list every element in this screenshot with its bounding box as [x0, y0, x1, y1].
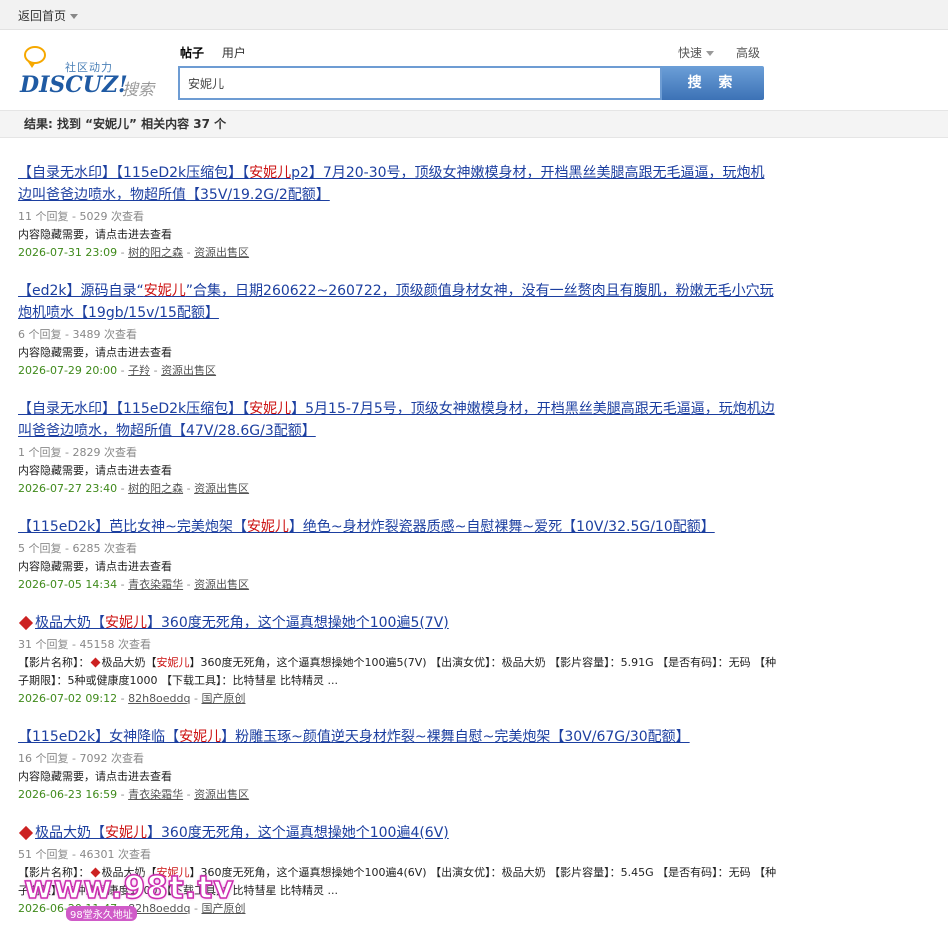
result-forum-link[interactable]: 资源出售区 — [194, 788, 249, 801]
snippet-text: 极品大奶【 — [101, 656, 157, 669]
result-date: 2026-07-27 23:40 — [18, 482, 118, 495]
result-title-link[interactable]: 【115eD2k】芭比女神~完美炮架【安妮儿】绝色~身材炸裂瓷器质感~自慰裸舞~… — [18, 516, 778, 538]
result-snippet: 【影片名称】： 极品大奶【安妮儿】360度无死角，这个逼真想操她个100遍5(7V… — [18, 654, 778, 690]
result-title-link[interactable]: 极品大奶【安妮儿】360度无死角，这个逼真想操她个100遍4(6V) — [18, 822, 778, 844]
result-date: 2026-06-23 16:59 — [18, 788, 118, 801]
result-snippet: 内容隐藏需要，请点击进去查看 — [18, 346, 172, 359]
result-summary: 结果: 找到 “安妮儿” 相关内容 37 个 — [0, 110, 948, 138]
result-forum-link[interactable]: 资源出售区 — [194, 578, 249, 591]
result-title-highlight: 安妮儿 — [105, 825, 147, 841]
result-title-link[interactable]: 极品大奶【安妮儿】360度无死角，这个逼真想操她个100遍5(7V) — [18, 612, 778, 634]
result-author-link[interactable]: 青衣染霜华 — [128, 788, 183, 801]
result-date: 2026-07-29 20:00 — [18, 364, 118, 377]
speech-bubble-icon — [24, 46, 46, 68]
result-date: 2026-07-02 09:12 — [18, 692, 118, 705]
tab-posts[interactable]: 帖子 — [180, 44, 204, 61]
result-title-highlight: 安妮儿 — [249, 165, 292, 181]
list-item: 【115eD2k】女神降临【安妮儿】粉雕玉琢~颜值逆天身材炸裂~裸舞自慰~完美炮… — [18, 726, 778, 804]
result-stats: 16 个回复 - 7092 次查看 — [18, 752, 144, 765]
result-snippet: 内容隐藏需要，请点击进去查看 — [18, 228, 172, 241]
search-type-tabs: 帖子 用户 — [180, 44, 260, 61]
result-meta: 2026-07-31 23:09 - 树的阳之森 - 资源出售区 — [18, 246, 250, 259]
search-button[interactable]: 搜 索 — [662, 66, 764, 100]
quick-search-dropdown[interactable]: 快速 — [678, 44, 715, 61]
result-title-text: 【115eD2k】芭比女神~完美炮架【 — [18, 519, 247, 535]
chevron-down-icon[interactable] — [70, 14, 79, 19]
result-title-highlight: 安妮儿 — [105, 615, 147, 631]
result-date: 2026-07-05 14:34 — [18, 578, 118, 591]
result-forum-link[interactable]: 国产原创 — [201, 692, 245, 705]
logo-search-label: 搜索 — [122, 80, 155, 99]
result-meta: 2026-07-29 20:00 - 子羚 - 资源出售区 — [18, 364, 217, 377]
result-meta: 2026-07-27 23:40 - 树的阳之森 - 资源出售区 — [18, 482, 250, 495]
result-title-link[interactable]: 【115eD2k】女神降临【安妮儿】粉雕玉琢~颜值逆天身材炸裂~裸舞自慰~完美炮… — [18, 726, 778, 748]
watermark-text: www.98t.tv — [23, 869, 235, 907]
chevron-down-icon — [706, 51, 715, 56]
result-stats: 6 个回复 - 3489 次查看 — [18, 328, 137, 341]
list-item: 极品大奶【安妮儿】360度无死角，这个逼真想操她个100遍5(7V) 31 个回复… — [18, 612, 778, 708]
results-list: 【自录无水印】【115eD2k压缩包】【安妮儿p2】7月20-30号，顶级女神嫩… — [18, 162, 778, 936]
list-item: 【自录无水印】【115eD2k压缩包】【安妮儿p2】7月20-30号，顶级女神嫩… — [18, 162, 778, 262]
list-item: 【115eD2k】芭比女神~完美炮架【安妮儿】绝色~身材炸裂瓷器质感~自慰裸舞~… — [18, 516, 778, 594]
result-meta: 2026-06-23 16:59 - 青衣染霜华 - 资源出售区 — [18, 788, 250, 801]
result-author-link[interactable]: 子羚 — [128, 364, 150, 377]
snippet-text: 【影片名称】： — [18, 656, 90, 669]
result-title-link[interactable]: 【自录无水印】【115eD2k压缩包】【安妮儿p2】7月20-30号，顶级女神嫩… — [18, 162, 778, 206]
result-title-text: 】绝色~身材炸裂瓷器质感~自慰裸舞~爱死【10V/32.5G/10配额】 — [288, 519, 715, 535]
result-stats: 11 个回复 - 5029 次查看 — [18, 210, 144, 223]
top-bar: 返回首页 — [0, 0, 948, 30]
result-title-text: 极品大奶【 — [35, 615, 105, 631]
result-date: 2026-07-31 23:09 — [18, 246, 118, 259]
home-link[interactable]: 返回首页 — [18, 7, 79, 24]
result-title-link[interactable]: 【ed2k】源码自录“安妮儿”合集，日期260622~260722，顶级颜值身材… — [18, 280, 778, 324]
result-author-link[interactable]: 树的阳之森 — [128, 246, 183, 259]
result-title-highlight: 安妮儿 — [249, 401, 292, 417]
result-author-link[interactable]: 82h8oeddq — [128, 692, 190, 705]
result-stats: 31 个回复 - 45158 次查看 — [18, 638, 151, 651]
discuz-logo[interactable]: 社区动力 DISCUZ! 搜索 — [18, 44, 163, 100]
result-title-text: 【ed2k】源码自录“ — [18, 283, 144, 299]
result-title-text: 】粉雕玉琢~颜值逆天身材炸裂~裸舞自慰~完美炮架【30V/67G/30配额】 — [221, 729, 690, 745]
result-forum-link[interactable]: 资源出售区 — [194, 246, 249, 259]
result-snippet: 内容隐藏需要，请点击进去查看 — [18, 770, 172, 783]
result-title-text: 【115eD2k】女神降临【 — [18, 729, 180, 745]
red-diamond-icon — [90, 657, 100, 668]
result-stats: 51 个回复 - 46301 次查看 — [18, 848, 151, 861]
result-stats: 5 个回复 - 6285 次查看 — [18, 542, 137, 555]
result-author-link[interactable]: 树的阳之森 — [128, 482, 183, 495]
result-title-text: 【自录无水印】【115eD2k压缩包】【 — [18, 165, 250, 181]
result-stats: 1 个回复 - 2829 次查看 — [18, 446, 137, 459]
list-item: 【ed2k】源码自录“安妮儿”合集，日期260622~260722，顶级颜值身材… — [18, 280, 778, 380]
result-title-text: 极品大奶【 — [35, 825, 105, 841]
result-snippet: 内容隐藏需要，请点击进去查看 — [18, 560, 172, 573]
search-input[interactable] — [178, 66, 662, 100]
search-header: 社区动力 DISCUZ! 搜索 帖子 用户 快速 高级 搜 索 — [0, 30, 948, 110]
advanced-search-link[interactable]: 高级 — [736, 44, 760, 61]
result-title-highlight: 安妮儿 — [143, 283, 186, 299]
result-title-highlight: 安妮儿 — [179, 729, 222, 745]
tab-users[interactable]: 用户 — [222, 44, 246, 61]
list-item: 【自录无水印】【115eD2k压缩包】【安妮儿】5月15-7月5号，顶级女神嫩模… — [18, 398, 778, 498]
result-title-highlight: 安妮儿 — [246, 519, 289, 535]
result-title-link[interactable]: 【自录无水印】【115eD2k压缩包】【安妮儿】5月15-7月5号，顶级女神嫩模… — [18, 398, 778, 442]
result-title-text: 】360度无死角，这个逼真想操她个100遍5(7V) — [147, 615, 449, 631]
result-forum-link[interactable]: 资源出售区 — [161, 364, 216, 377]
snippet-highlight: 安妮儿 — [156, 656, 190, 669]
result-forum-link[interactable]: 资源出售区 — [194, 482, 249, 495]
result-snippet: 内容隐藏需要，请点击进去查看 — [18, 464, 172, 477]
result-meta: 2026-07-02 09:12 - 82h8oeddq - 国产原创 — [18, 692, 246, 705]
result-author-link[interactable]: 青衣染霜华 — [128, 578, 183, 591]
watermark-subtext: 98堂永久地址 — [66, 906, 137, 921]
red-diamond-icon — [18, 825, 34, 840]
red-diamond-icon — [18, 615, 34, 630]
site-watermark: www.98t.tv 98堂永久地址 — [23, 869, 240, 928]
result-meta: 2026-07-05 14:34 - 青衣染霜华 - 资源出售区 — [18, 578, 250, 591]
result-title-text: 】360度无死角，这个逼真想操她个100遍4(6V) — [147, 825, 449, 841]
logo-word: DISCUZ! — [20, 72, 128, 98]
result-title-text: 【自录无水印】【115eD2k压缩包】【 — [18, 401, 250, 417]
